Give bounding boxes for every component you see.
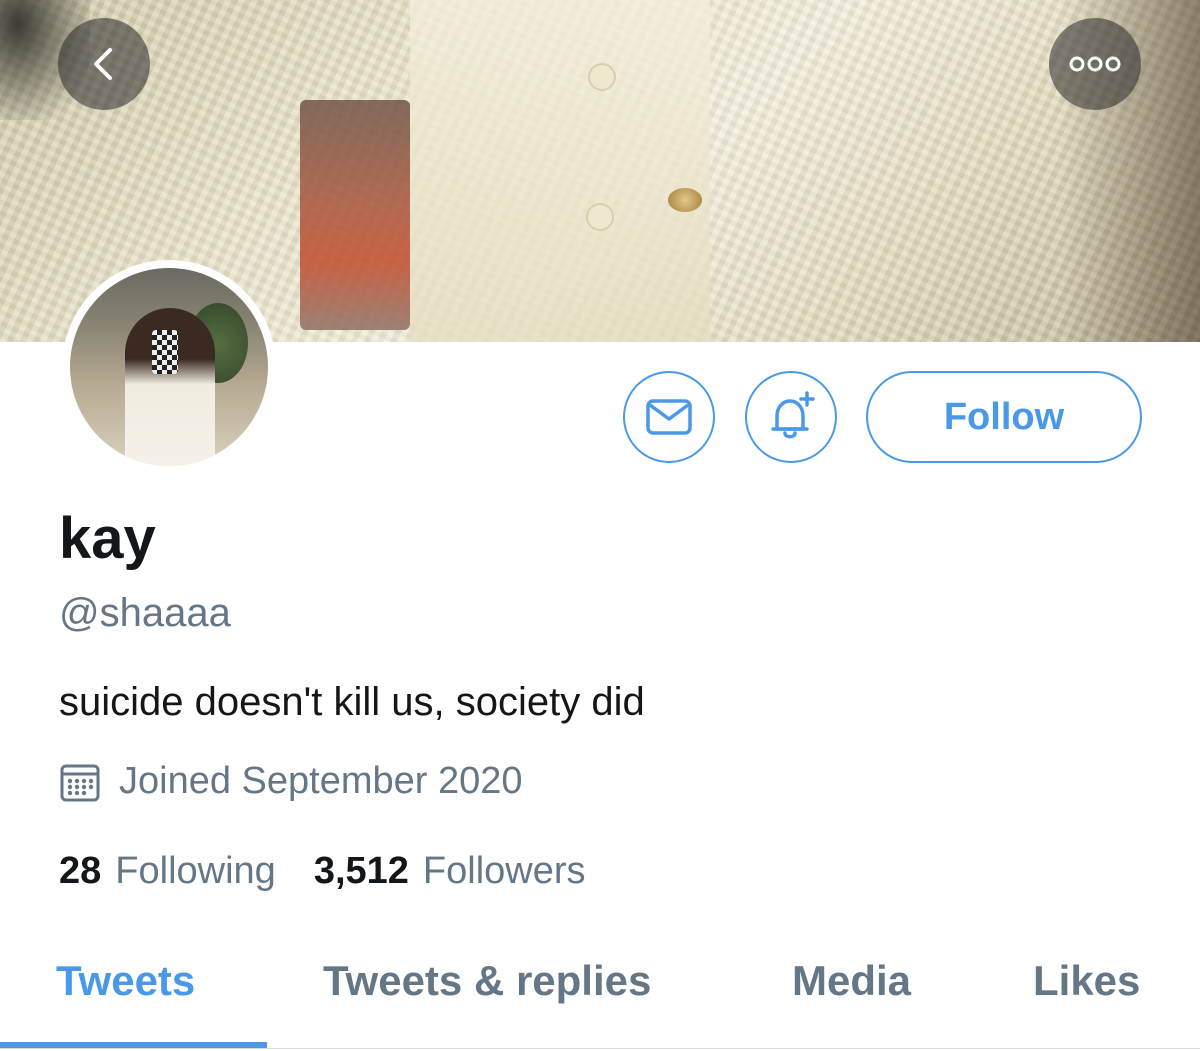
joined-text: Joined September 2020	[119, 760, 523, 802]
profile-name: kay	[59, 506, 156, 571]
back-button[interactable]	[58, 18, 150, 110]
following-count: 28	[59, 850, 102, 892]
following-stat[interactable]: 28 Following	[59, 850, 276, 893]
notification-bell-icon	[771, 391, 815, 439]
tab-tweets[interactable]: Tweets	[56, 957, 195, 1005]
mail-icon	[646, 399, 692, 435]
avatar-photo-phone	[152, 330, 178, 374]
message-button[interactable]	[623, 371, 715, 463]
avatar-image	[70, 268, 268, 466]
joined-date: Joined September 2020	[59, 760, 523, 803]
followers-count: 3,512	[313, 850, 409, 892]
tab-likes[interactable]: Likes	[1033, 957, 1140, 1005]
tab-tweets-replies[interactable]: Tweets & replies	[323, 957, 651, 1005]
follow-stats: 28 Following 3,512 Followers	[59, 850, 624, 893]
tabs-divider	[0, 1048, 1200, 1049]
more-options-button[interactable]	[1049, 18, 1141, 110]
notifications-button[interactable]	[745, 371, 837, 463]
following-label: Following	[115, 850, 276, 892]
follow-button[interactable]: Follow	[866, 371, 1142, 463]
banner-button-detail	[588, 205, 612, 229]
profile-tabs: Tweets Tweets & replies Media Likes	[0, 935, 1200, 1049]
back-arrow-icon	[94, 48, 112, 80]
followers-stat[interactable]: 3,512 Followers	[314, 850, 586, 893]
calendar-icon	[60, 764, 100, 801]
avatar[interactable]	[62, 260, 276, 474]
banner-background-poster	[300, 100, 410, 330]
profile-handle: @shaaaa	[59, 591, 231, 635]
more-options-icon	[1069, 56, 1121, 72]
followers-label: Followers	[422, 850, 586, 892]
banner-brooch	[668, 188, 702, 212]
profile-bio: suicide doesn't kill us, society did	[59, 680, 645, 724]
tab-media[interactable]: Media	[792, 957, 911, 1005]
banner-button-detail	[590, 65, 614, 89]
banner-cardigan	[410, 0, 710, 342]
